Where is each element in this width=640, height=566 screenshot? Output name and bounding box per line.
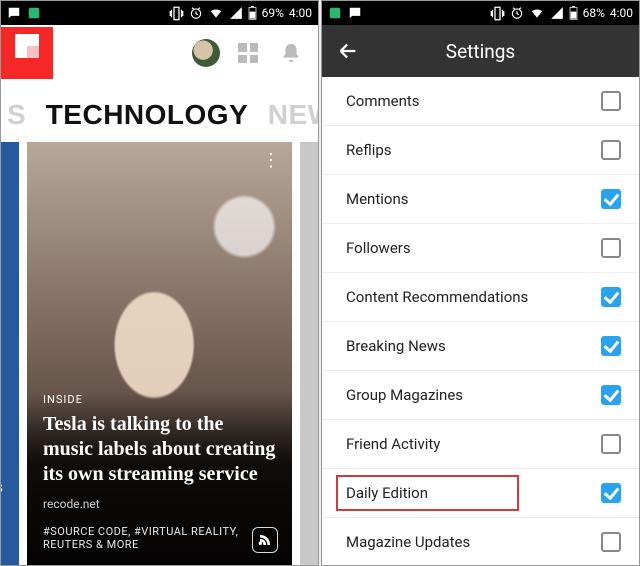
checkbox[interactable]	[601, 434, 621, 454]
settings-row-followers[interactable]: Followers	[322, 224, 639, 273]
checkbox[interactable]	[601, 287, 621, 307]
alarm-icon	[189, 6, 203, 20]
settings-label: Daily Edition	[346, 484, 601, 502]
settings-row-daily-edition[interactable]: Daily Edition	[322, 469, 639, 518]
flipboard-logo[interactable]	[1, 27, 53, 79]
battery-percent: 68%	[583, 6, 605, 20]
notif-icon	[7, 6, 21, 20]
signal-icon	[229, 6, 243, 20]
prev-card-peek[interactable]: DNS	[1, 142, 19, 565]
wifi-icon	[529, 6, 545, 20]
profile-avatar[interactable]	[192, 39, 220, 67]
vibrate-icon	[490, 6, 505, 21]
tab-technology[interactable]: TECHNOLOGY	[40, 99, 255, 130]
settings-label: Mentions	[346, 190, 601, 208]
settings-label: Magazine Updates	[346, 533, 601, 551]
checkbox[interactable]	[601, 483, 621, 503]
settings-row-group-magazines[interactable]: Group Magazines	[322, 371, 639, 420]
settings-header: Settings	[322, 25, 639, 77]
next-card-peek[interactable]	[300, 142, 318, 565]
grid-icon[interactable]	[238, 43, 258, 63]
status-bar: 69% 4:00	[1, 1, 318, 25]
notifications-icon[interactable]	[280, 42, 302, 64]
notif-icon	[348, 6, 362, 20]
battery-icon	[248, 6, 257, 20]
flip-icon[interactable]	[252, 527, 278, 553]
battery-percent: 69%	[262, 6, 284, 20]
app-badge-icon	[328, 6, 342, 20]
article-tags: #SOURCE CODE, #VIRTUAL REALITY, REUTERS …	[43, 525, 243, 551]
checkbox[interactable]	[601, 238, 621, 258]
article-source: recode.net	[43, 497, 276, 511]
phone-left-flipboard: 69% 4:00 S TECHNOLOGY NEWS WHA DNS INSID…	[0, 0, 319, 566]
checkbox[interactable]	[601, 336, 621, 356]
vibrate-icon	[169, 6, 184, 21]
tab-news[interactable]: NEWS	[262, 99, 318, 130]
article-card[interactable]: INSIDE Tesla is talking to the music lab…	[27, 142, 292, 565]
settings-row-content-recommendations[interactable]: Content Recommendations	[322, 273, 639, 322]
tab-prev[interactable]: S	[1, 99, 32, 130]
category-tabs[interactable]: S TECHNOLOGY NEWS WHA	[1, 81, 318, 142]
checkbox[interactable]	[601, 91, 621, 111]
settings-label: Breaking News	[346, 337, 601, 355]
signal-icon	[550, 6, 564, 20]
settings-list: Comments Reflips Mentions Followers Content …	[322, 77, 639, 565]
alarm-icon	[510, 6, 524, 20]
status-bar: 68% 4:00	[322, 1, 639, 25]
app-header	[1, 25, 318, 81]
clock: 4:00	[610, 6, 633, 20]
battery-icon	[569, 6, 578, 20]
settings-title: Settings	[374, 40, 639, 63]
article-headline: Tesla is talking to the music labels abo…	[43, 412, 276, 487]
app-badge-icon	[27, 6, 41, 20]
checkbox[interactable]	[601, 532, 621, 552]
clock: 4:00	[289, 6, 312, 20]
settings-label: Friend Activity	[346, 435, 601, 453]
settings-label: Group Magazines	[346, 386, 601, 404]
checkbox[interactable]	[601, 140, 621, 160]
feed-carousel[interactable]: DNS INSIDE Tesla is talking to the music…	[1, 142, 318, 565]
wifi-icon	[208, 6, 224, 20]
settings-row-breaking-news[interactable]: Breaking News	[322, 322, 639, 371]
settings-label: Comments	[346, 92, 601, 110]
article-kicker: INSIDE	[43, 393, 276, 406]
settings-row-comments[interactable]: Comments	[322, 77, 639, 126]
card-text-block: INSIDE Tesla is talking to the music lab…	[27, 393, 292, 565]
settings-row-reflips[interactable]: Reflips	[322, 126, 639, 175]
card-overflow-icon[interactable]	[262, 150, 282, 171]
settings-label: Content Recommendations	[346, 288, 601, 306]
settings-row-mentions[interactable]: Mentions	[322, 175, 639, 224]
checkbox[interactable]	[601, 385, 621, 405]
settings-label: Followers	[346, 239, 601, 257]
settings-label: Reflips	[346, 141, 601, 159]
settings-row-magazine-updates[interactable]: Magazine Updates	[322, 518, 639, 565]
back-button[interactable]	[322, 40, 374, 62]
settings-row-friend-activity[interactable]: Friend Activity	[322, 420, 639, 469]
phone-right-settings: 68% 4:00 Settings Comments Reflips Mention…	[321, 0, 640, 566]
checkbox[interactable]	[601, 189, 621, 209]
